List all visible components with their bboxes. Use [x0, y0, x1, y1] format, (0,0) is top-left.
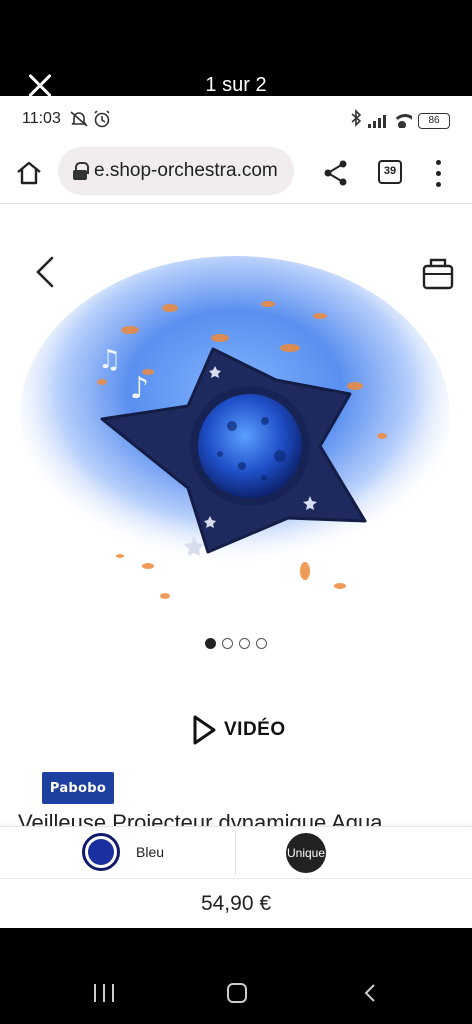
color-label: Bleu [136, 844, 165, 860]
divider [235, 831, 236, 875]
price-bar: 54,90 € [0, 878, 472, 928]
signal-icon [368, 114, 386, 128]
image-viewer: 1 sur 2 11:03 86 e.shop-orchestra.com 39… [0, 0, 472, 1024]
android-nav-bar [0, 928, 472, 1024]
alarm-icon [70, 110, 110, 128]
svg-text:♪: ♪ [130, 371, 149, 406]
variant-options-bar: Bleu Unique [0, 826, 472, 878]
wifi-icon [392, 113, 412, 128]
gallery-dot[interactable] [205, 638, 216, 649]
tab-switcher-button[interactable]: 39 [378, 160, 402, 184]
address-bar[interactable]: e.shop-orchestra.com [58, 147, 294, 195]
brand-logo[interactable]: Pabobo [42, 772, 114, 804]
video-label: VIDÉO [224, 719, 286, 740]
status-time: 11:03 [22, 110, 61, 127]
notification-icons [68, 110, 112, 132]
viewer-top-bar: 1 sur 2 [0, 0, 472, 96]
share-icon[interactable] [322, 158, 350, 188]
color-option[interactable]: Bleu [82, 833, 164, 871]
system-icons: 86 [350, 109, 450, 132]
home-icon[interactable] [14, 158, 44, 188]
gallery-dot[interactable] [256, 638, 267, 649]
gallery-pagination [0, 638, 472, 649]
gallery-dot[interactable] [239, 638, 250, 649]
size-option-button[interactable]: Unique [286, 833, 326, 873]
bluetooth-icon [350, 109, 362, 132]
video-button[interactable]: VIDÉO [190, 714, 286, 746]
product-image: ♫ ♪ [20, 256, 450, 599]
phone-screenshot: 11:03 86 e.shop-orchestra.com 39 ♫ ♪ VID… [0, 96, 472, 928]
svg-text:♫: ♫ [98, 345, 121, 375]
product-title: Veilleuse Projecteur dynamique Aqua [18, 812, 383, 826]
play-icon [193, 715, 216, 745]
image-counter: 1 sur 2 [205, 74, 267, 96]
home-nav-icon[interactable] [227, 983, 247, 1003]
product-price: 54,90 € [200, 891, 272, 915]
url-text: e.shop-orchestra.com [94, 160, 278, 181]
lock-icon [72, 161, 89, 181]
back-nav-icon[interactable] [360, 983, 380, 1003]
status-bar: 11:03 86 [0, 96, 472, 142]
recent-apps-icon[interactable] [94, 984, 114, 1002]
product-gallery[interactable]: ♫ ♪ [0, 204, 472, 674]
back-arrow-icon[interactable] [30, 254, 60, 290]
overflow-menu-icon[interactable] [430, 158, 446, 188]
color-swatch[interactable] [82, 833, 120, 871]
gallery-dot[interactable] [222, 638, 233, 649]
battery-icon: 86 [418, 112, 450, 129]
shopping-bag-icon[interactable] [420, 254, 456, 292]
browser-toolbar: e.shop-orchestra.com 39 [0, 142, 472, 204]
